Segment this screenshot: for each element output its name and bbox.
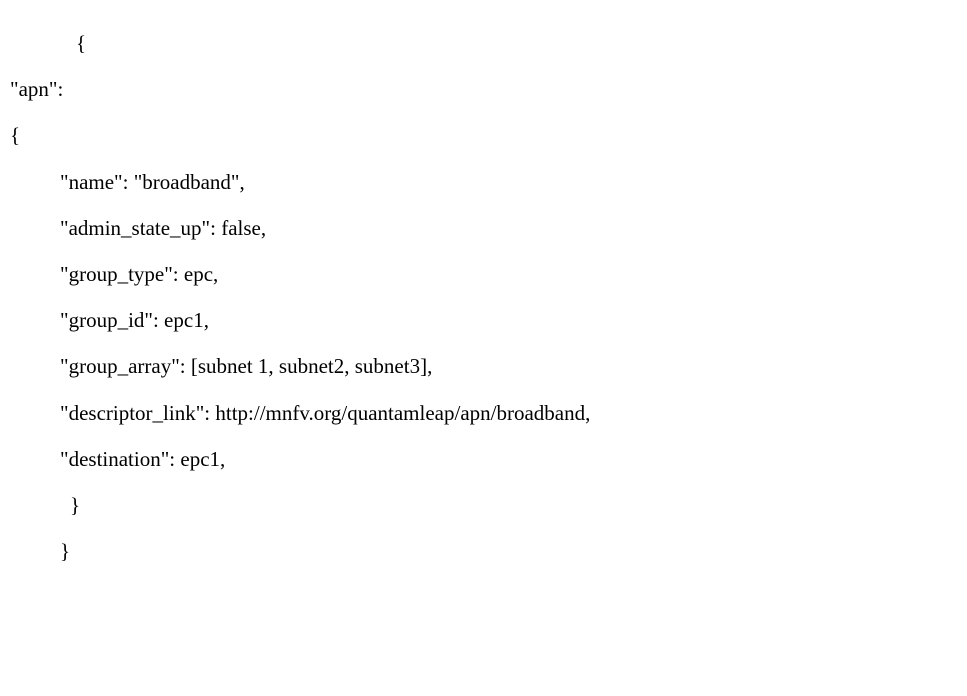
code-line: "group_array": [subnet 1, subnet2, subne… — [10, 343, 957, 389]
code-line: } — [10, 482, 957, 528]
code-line: "group_type": epc, — [10, 251, 957, 297]
code-line: "admin_state_up": false, — [10, 205, 957, 251]
code-line: "name": "broadband", — [10, 159, 957, 205]
code-line: "apn": — [10, 66, 957, 112]
code-line: { — [10, 112, 957, 158]
code-line: { — [10, 20, 957, 66]
code-line: "destination": epc1, — [10, 436, 957, 482]
code-line: } — [10, 528, 957, 574]
code-block: { "apn": { "name": "broadband", "admin_s… — [10, 20, 957, 574]
code-line: "group_id": epc1, — [10, 297, 957, 343]
code-line: "descriptor_link": http://mnfv.org/quant… — [10, 390, 957, 436]
